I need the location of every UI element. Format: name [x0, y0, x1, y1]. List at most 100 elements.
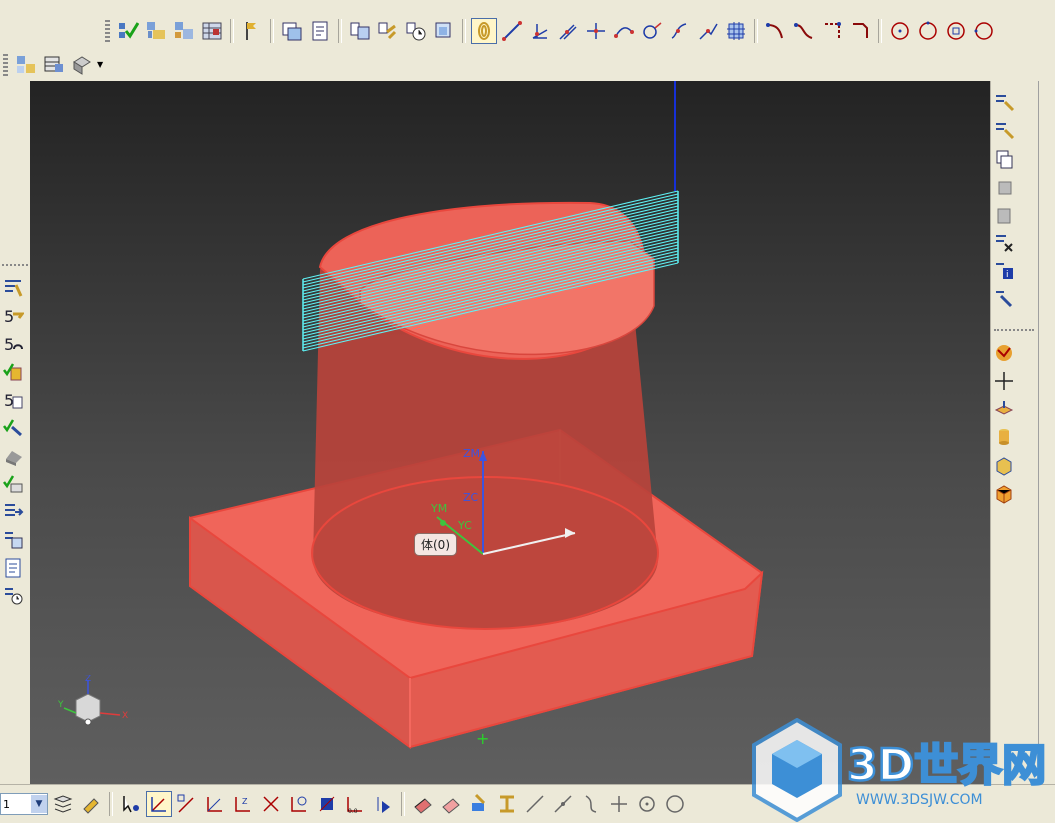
ruler-icon[interactable] [438, 791, 464, 817]
operation-navigator-icon[interactable] [13, 52, 39, 78]
cut-icon[interactable] [991, 173, 1017, 201]
replay-icon[interactable] [991, 117, 1017, 145]
paste-icon[interactable] [991, 201, 1017, 229]
svg-text:5: 5 [4, 307, 14, 326]
shaded-icon[interactable] [991, 339, 1017, 367]
arc-icon[interactable] [611, 18, 637, 44]
dropdown-arrow-icon[interactable]: ▼ [31, 795, 47, 813]
post-process-icon[interactable] [375, 18, 401, 44]
generate-icon[interactable] [991, 89, 1017, 117]
ym-axis-label: YM [431, 502, 448, 515]
watermark-url: WWW.3DSJW.COM [856, 792, 983, 808]
svg-text:0.0: 0.0 [348, 808, 358, 815]
machine-icon[interactable] [0, 442, 26, 470]
selection-tooltip: 体(0) [414, 533, 457, 556]
machine-tool-icon[interactable] [199, 18, 225, 44]
time-icon[interactable] [0, 582, 26, 610]
verify-icon[interactable] [0, 358, 26, 386]
arc-tool-icon[interactable] [578, 791, 604, 817]
geometry-view-icon[interactable] [69, 52, 95, 78]
toolbar-row-3: ▼ [0, 49, 1055, 80]
triad-y-label: Y [57, 700, 64, 710]
copy-icon[interactable] [991, 145, 1017, 173]
triad-x-label: X [122, 711, 128, 721]
info-icon[interactable]: i [991, 257, 1017, 285]
dropdown-arrow-icon[interactable]: ▼ [97, 60, 103, 69]
circle-point-icon[interactable] [887, 18, 913, 44]
svg-text:i: i [1006, 270, 1009, 280]
origin-cross-icon: + [476, 729, 490, 748]
select-chain-icon[interactable] [471, 18, 497, 44]
point-icon[interactable] [991, 367, 1017, 395]
snap-icon[interactable] [78, 791, 104, 817]
list-tool-icon[interactable]: 5 [0, 386, 26, 414]
doc-icon[interactable] [0, 554, 26, 582]
watermark-brand: 3D世界网 [847, 740, 1046, 791]
circle-outline-icon[interactable] [662, 791, 688, 817]
resource-bar-panel[interactable] [1038, 81, 1055, 784]
chamfer-icon[interactable] [847, 18, 873, 44]
corner-icon[interactable] [819, 18, 845, 44]
toolbar-grip[interactable] [105, 20, 110, 42]
control-point-icon[interactable]: Z [230, 791, 256, 817]
axis-icon[interactable] [527, 18, 553, 44]
grid-icon[interactable] [723, 18, 749, 44]
toolbar-grip[interactable] [3, 53, 8, 76]
existing-point-icon[interactable]: 0.0 [342, 791, 368, 817]
circle-three-point-icon[interactable] [971, 18, 997, 44]
create-method-icon[interactable] [347, 18, 373, 44]
verify-toolpath-icon[interactable] [115, 18, 141, 44]
display-icon[interactable] [991, 285, 1017, 313]
point-snap-icon[interactable] [146, 791, 172, 817]
tool-path-edit-icon[interactable] [0, 274, 26, 302]
create-marker-icon[interactable] [239, 18, 265, 44]
right-sidebar: i [990, 81, 1038, 784]
tool-settings-icon[interactable]: 5 [0, 302, 26, 330]
mid-point-icon[interactable] [202, 791, 228, 817]
machine-view-icon[interactable] [41, 52, 67, 78]
grid-snap-icon[interactable] [410, 791, 436, 817]
line-tool-icon[interactable] [522, 791, 548, 817]
gouge-check-icon[interactable] [0, 414, 26, 442]
paint-icon[interactable] [466, 791, 492, 817]
arc-center-icon[interactable] [286, 791, 312, 817]
quadrant-icon[interactable] [314, 791, 340, 817]
line-point-icon[interactable] [550, 791, 576, 817]
curve-icon[interactable] [763, 18, 789, 44]
tool-path-replay-icon[interactable]: 5 [0, 330, 26, 358]
parallel-icon[interactable] [555, 18, 581, 44]
cross-tool-icon[interactable] [606, 791, 632, 817]
layer-icon[interactable] [50, 791, 76, 817]
line-icon[interactable] [499, 18, 525, 44]
selection-filter-value: 1 [3, 797, 10, 811]
delete-icon[interactable] [991, 229, 1017, 257]
generate-operation-icon[interactable] [143, 18, 169, 44]
cylinder-icon[interactable] [991, 423, 1017, 451]
cube-icon[interactable] [991, 479, 1017, 507]
spiral-icon[interactable] [431, 18, 457, 44]
fillet-icon[interactable] [667, 18, 693, 44]
spline-icon[interactable] [791, 18, 817, 44]
post-icon[interactable] [0, 498, 26, 526]
circle-center-icon[interactable] [915, 18, 941, 44]
plane-icon[interactable] [991, 395, 1017, 423]
select-icon[interactable] [118, 791, 144, 817]
end-point-icon[interactable] [174, 791, 200, 817]
circle-icon[interactable] [639, 18, 665, 44]
circle-tool-icon[interactable] [634, 791, 660, 817]
create-geometry-icon[interactable] [279, 18, 305, 44]
create-tool-icon[interactable] [307, 18, 333, 44]
feed-speed-icon[interactable] [0, 470, 26, 498]
graphics-viewport[interactable]: ZM ZC YM YC X Y Z + [30, 81, 990, 784]
point-on-curve-icon[interactable] [370, 791, 396, 817]
shop-doc-icon[interactable] [0, 526, 26, 554]
selection-filter-select[interactable]: 1 ▼ [0, 793, 48, 815]
perpendicular-icon[interactable] [583, 18, 609, 44]
block-icon[interactable] [991, 451, 1017, 479]
intersection-icon[interactable] [258, 791, 284, 817]
measure-icon[interactable] [494, 791, 520, 817]
circle-tangent-icon[interactable] [943, 18, 969, 44]
program-order-icon[interactable] [171, 18, 197, 44]
trim-icon[interactable] [695, 18, 721, 44]
list-icon[interactable] [403, 18, 429, 44]
